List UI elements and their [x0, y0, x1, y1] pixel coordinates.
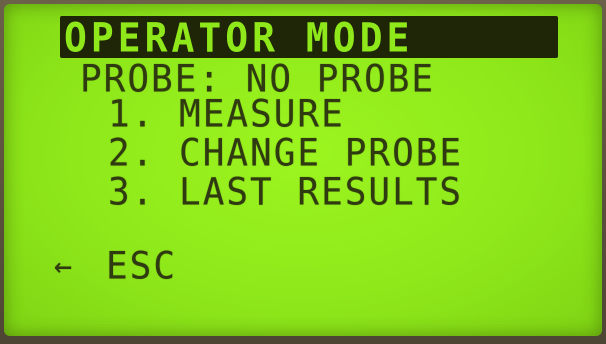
menu-item-change-probe[interactable]: 2. CHANGE PROBE: [108, 134, 463, 173]
device-bezel: OPERATOR MODE PROBE: NO PROBE 1. MEASURE…: [0, 0, 606, 344]
menu-item-last-results[interactable]: 3. LAST RESULTS: [108, 173, 463, 212]
left-arrow-icon[interactable]: ←: [54, 248, 74, 286]
lcd-screen: OPERATOR MODE PROBE: NO PROBE 1. MEASURE…: [4, 4, 602, 336]
menu-item-measure[interactable]: 1. MEASURE: [108, 95, 345, 134]
esc-label[interactable]: ESC: [106, 247, 177, 286]
screen-title: OPERATOR MODE: [64, 14, 414, 62]
